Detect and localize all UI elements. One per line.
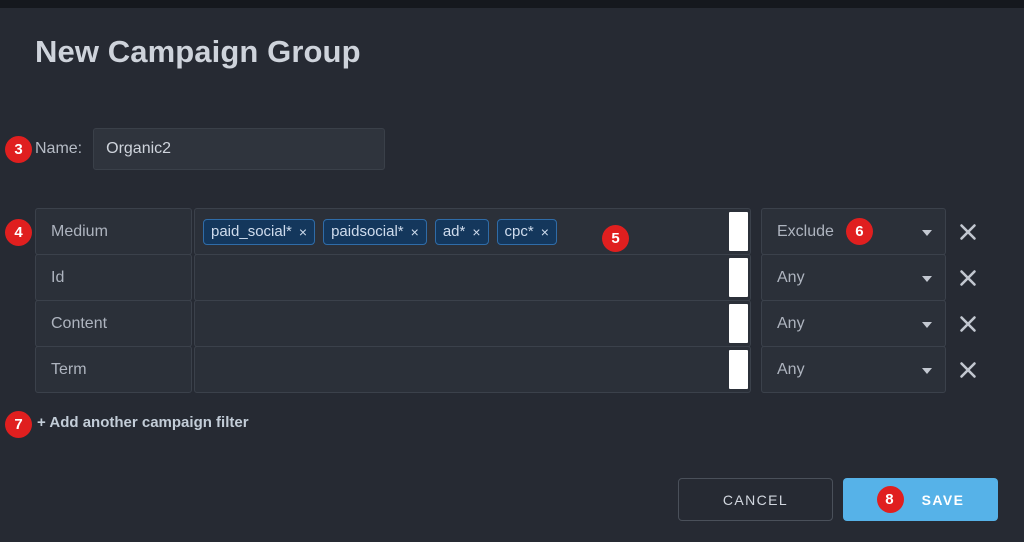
name-input[interactable]	[93, 128, 386, 170]
annotation-badge-3: 3	[5, 136, 32, 163]
filter-mode-select[interactable]: Any	[761, 300, 946, 347]
filter-mode-value: Any	[777, 268, 805, 286]
filter-mode-select[interactable]: Any	[761, 254, 946, 301]
filter-mode-value: Any	[777, 314, 805, 332]
annotation-badge-8: 8	[876, 486, 904, 513]
annotation-badge-5: 5	[602, 225, 629, 252]
add-campaign-filter-link[interactable]: + Add another campaign filter	[37, 414, 249, 431]
filter-tags-input[interactable]: paid_social* × paidsocial* × ad* × cpc* …	[194, 208, 751, 255]
filter-row: Id Any	[35, 254, 990, 301]
campaign-filters-table: Medium paid_social* × paidsocial* × ad* …	[35, 208, 990, 393]
close-icon	[960, 315, 976, 332]
name-row: Name:	[35, 128, 386, 170]
save-button-label: SAVE	[921, 491, 965, 508]
tags-scrollbar[interactable]	[729, 212, 748, 251]
remove-tag-icon[interactable]: ×	[411, 225, 419, 239]
chevron-down-icon	[922, 275, 932, 282]
tags-scrollbar[interactable]	[729, 350, 748, 389]
filter-tag-label: cpc*	[504, 223, 534, 240]
filter-row: Medium paid_social* × paidsocial* × ad* …	[35, 208, 990, 255]
filter-mode-value: Exclude	[777, 222, 834, 240]
cancel-button[interactable]: CANCEL	[678, 478, 833, 521]
remove-filter-row-button[interactable]	[946, 208, 990, 255]
remove-filter-row-button[interactable]	[946, 300, 990, 347]
remove-tag-icon[interactable]: ×	[299, 225, 307, 239]
close-icon	[960, 269, 976, 286]
filter-tags-input[interactable]	[194, 300, 751, 347]
remove-filter-row-button[interactable]	[946, 254, 990, 301]
remove-tag-icon[interactable]: ×	[541, 225, 549, 239]
filter-tags-input[interactable]	[194, 346, 751, 393]
filter-row: Term Any	[35, 346, 990, 393]
annotation-badge-4: 4	[5, 219, 32, 246]
filter-tags-input[interactable]	[194, 254, 751, 301]
filter-tag[interactable]: paid_social* ×	[203, 218, 316, 245]
close-icon	[960, 361, 976, 378]
page-title: New Campaign Group	[35, 34, 361, 69]
annotation-badge-6: 6	[845, 218, 873, 245]
filter-tag[interactable]: paidsocial* ×	[323, 218, 427, 245]
filter-field-label: Id	[35, 254, 192, 301]
filter-tag-label: ad*	[442, 223, 466, 240]
filter-field-label: Content	[35, 300, 192, 347]
filter-tag[interactable]: ad* ×	[434, 218, 489, 245]
filter-mode-select[interactable]: Any	[761, 346, 946, 393]
filter-tag-label: paidsocial*	[331, 223, 404, 240]
remove-tag-icon[interactable]: ×	[472, 225, 480, 239]
filter-tag[interactable]: cpc* ×	[496, 218, 557, 245]
filter-mode-value: Any	[777, 360, 805, 378]
filter-field-label: Medium	[35, 208, 192, 255]
filter-field-label: Term	[35, 346, 192, 393]
close-icon	[960, 223, 976, 240]
filter-row: Content Any	[35, 300, 990, 347]
chevron-down-icon	[922, 229, 932, 236]
annotation-badge-7: 7	[5, 411, 32, 438]
filter-tag-label: paid_social*	[211, 223, 292, 240]
filter-mode-select[interactable]: Exclude 6	[761, 208, 946, 255]
chevron-down-icon	[922, 321, 932, 328]
tags-scrollbar[interactable]	[729, 258, 748, 297]
tags-scrollbar[interactable]	[729, 304, 748, 343]
remove-filter-row-button[interactable]	[946, 346, 990, 393]
chevron-down-icon	[922, 367, 932, 374]
name-label: Name:	[35, 140, 83, 157]
window-top-strip	[0, 0, 1024, 8]
save-button[interactable]: 8 SAVE	[843, 478, 998, 521]
campaign-group-dialog: New Campaign Group 3 Name: 4 5 Medium pa…	[0, 0, 1024, 542]
